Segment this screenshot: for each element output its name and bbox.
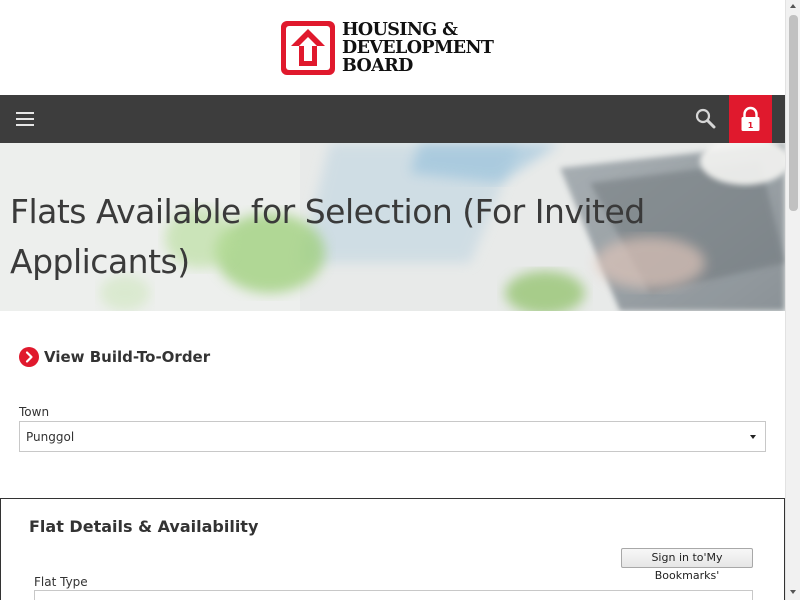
flat-details-panel: Flat Details & Availability Sign in to'M… xyxy=(0,498,785,600)
hamburger-menu-icon[interactable] xyxy=(12,107,38,131)
scrollbar-thumb[interactable] xyxy=(789,15,798,211)
view-build-to-order-link[interactable]: View Build-To-Order xyxy=(19,346,210,368)
lock-badge: 1 xyxy=(748,121,754,130)
lock-icon: 1 xyxy=(741,106,760,131)
chevron-down-icon xyxy=(750,435,756,439)
search-icon[interactable] xyxy=(690,103,722,135)
scroll-up-arrow-icon[interactable] xyxy=(790,4,796,8)
town-select[interactable]: Punggol xyxy=(19,421,766,452)
hdb-house-arrow-logo-icon xyxy=(281,21,335,75)
page-title: Flats Available for Selection (For Invit… xyxy=(10,187,710,287)
town-select-value: Punggol xyxy=(26,430,75,444)
hdb-logo[interactable]: HOUSING & DEVELOPMENT BOARD xyxy=(280,20,510,76)
scroll-down-arrow-icon[interactable] xyxy=(790,590,796,594)
page-title-line-1: Flats Available for Selection (For Invit… xyxy=(10,192,645,231)
view-build-to-order-label: View Build-To-Order xyxy=(44,348,211,366)
login-lock-button[interactable]: 1 xyxy=(729,95,772,143)
logo-text: HOUSING & DEVELOPMENT BOARD xyxy=(342,20,494,76)
sign-in-bookmarks-button[interactable]: Sign in to'My Bookmarks' xyxy=(621,548,753,582)
flat-type-label: Flat Type xyxy=(34,575,88,589)
top-navbar: 1 xyxy=(0,95,785,143)
logo-header: HOUSING & DEVELOPMENT BOARD xyxy=(0,0,785,95)
town-label: Town xyxy=(19,405,50,419)
page: HOUSING & DEVELOPMENT BOARD 1 Flats Avai… xyxy=(0,0,785,600)
hero-banner: Flats Available for Selection (For Invit… xyxy=(0,143,785,311)
logo-line-3: BOARD xyxy=(342,56,413,76)
chevron-right-icon xyxy=(19,347,39,367)
page-scrollbar[interactable] xyxy=(785,0,800,600)
flat-type-select[interactable] xyxy=(34,590,753,600)
logo-line-1: HOUSING & xyxy=(342,20,458,40)
flat-details-title: Flat Details & Availability xyxy=(29,517,259,536)
logo-line-2: DEVELOPMENT xyxy=(342,38,494,58)
page-title-line-2: Applicants) xyxy=(10,242,190,281)
